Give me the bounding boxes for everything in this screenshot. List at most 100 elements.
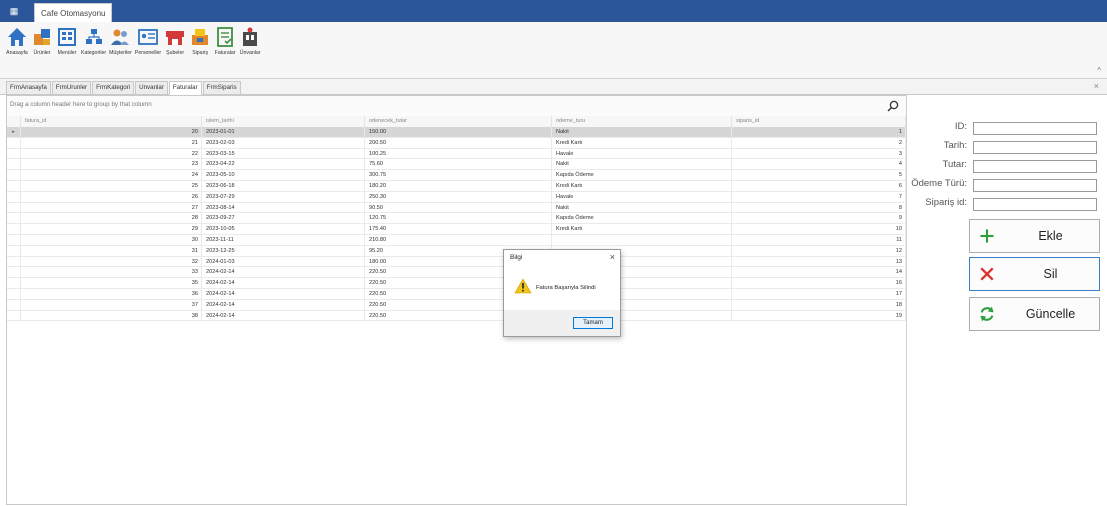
cell-odeme_turu[interactable]: Nakit — [552, 127, 732, 138]
cell-fatura_id[interactable]: 27 — [21, 202, 202, 214]
table-row[interactable]: 31 2023-12-25 95.20 12 — [7, 245, 906, 257]
cell-odenecek_tutar[interactable]: 175.40 — [365, 224, 552, 235]
cell-islem_tarihi[interactable]: 2023-12-25 — [202, 245, 365, 257]
cell-islem_tarihi[interactable]: 2023-09-27 — [202, 213, 365, 225]
cell-fatura_id[interactable]: 21 — [21, 137, 202, 149]
cell-islem_tarihi[interactable]: 2023-07-29 — [202, 191, 365, 203]
ribbon-item-title[interactable]: Ünvanlar — [239, 26, 261, 56]
table-row[interactable]: 21 2023-02-03 200.50 Kredi Kartı 2 — [7, 137, 906, 149]
cell-odeme_turu[interactable]: Kredi Kartı — [552, 137, 732, 149]
cell-fatura_id[interactable]: 28 — [21, 213, 202, 225]
cell-fatura_id[interactable]: 35 — [21, 278, 202, 289]
table-row[interactable]: 35 2024-02-14 220.50 16 — [7, 278, 906, 289]
table-row[interactable]: 37 2024-02-14 220.50 18 — [7, 299, 906, 311]
cell-odenecek_tutar[interactable]: 100.25 — [365, 148, 552, 160]
ekle-button[interactable]: Ekle — [969, 219, 1100, 253]
column-header-islem_tarihi[interactable]: islem_tarihi — [202, 116, 365, 127]
cell-islem_tarihi[interactable]: 2024-02-14 — [202, 267, 365, 279]
cell-islem_tarihi[interactable]: 2024-02-14 — [202, 289, 365, 300]
field-input-4[interactable] — [973, 198, 1097, 211]
cell-siparis_id[interactable]: 16 — [732, 278, 906, 289]
cell-odeme_turu[interactable]: Kredi Kartı — [552, 181, 732, 192]
table-row[interactable]: 22 2023-03-15 100.25 Havale 3 — [7, 148, 906, 160]
search-icon[interactable] — [886, 99, 900, 113]
cell-siparis_id[interactable]: 3 — [732, 148, 906, 160]
cell-islem_tarihi[interactable]: 2024-02-14 — [202, 299, 365, 311]
cell-siparis_id[interactable]: 6 — [732, 181, 906, 192]
ribbon-tab-cafe[interactable]: Cafe Otomasyonu — [34, 3, 113, 23]
table-row[interactable]: 24 2023-05-10 300.75 Kapıda Ödeme 5 — [7, 170, 906, 181]
table-row[interactable]: 23 2023-04-22 75.60 Nakit 4 — [7, 159, 906, 171]
cell-odeme_turu[interactable]: Nakit — [552, 202, 732, 214]
cell-islem_tarihi[interactable]: 2023-06-18 — [202, 181, 365, 192]
cell-islem_tarihi[interactable]: 2023-10-05 — [202, 224, 365, 235]
cell-odenecek_tutar[interactable]: 90.50 — [365, 202, 552, 214]
cell-odenecek_tutar[interactable]: 120.75 — [365, 213, 552, 225]
cell-islem_tarihi[interactable]: 2023-04-22 — [202, 159, 365, 171]
table-row[interactable]: 25 2023-06-18 180.20 Kredi Kartı 6 — [7, 181, 906, 192]
table-row[interactable]: 36 2024-02-14 220.50 17 — [7, 289, 906, 300]
ribbon-item-invoice[interactable]: Faturalar — [214, 26, 236, 56]
cell-odenecek_tutar[interactable]: 200.50 — [365, 137, 552, 149]
cell-fatura_id[interactable]: 22 — [21, 148, 202, 160]
doc-tab-faturalar[interactable]: Faturalar — [168, 81, 202, 95]
cell-siparis_id[interactable]: 5 — [732, 170, 906, 181]
cell-islem_tarihi[interactable]: 2024-01-03 — [202, 256, 365, 268]
ribbon-item-home[interactable]: Anasayfa — [6, 26, 28, 56]
cell-fatura_id[interactable]: 33 — [21, 267, 202, 279]
ribbon-item-customers[interactable]: Müşteriler — [109, 26, 132, 56]
guncelle-button[interactable]: Güncelle — [969, 297, 1100, 331]
cell-fatura_id[interactable]: 26 — [21, 191, 202, 203]
field-input-2[interactable] — [973, 160, 1097, 173]
cell-fatura_id[interactable]: 25 — [21, 181, 202, 192]
cell-siparis_id[interactable]: 8 — [732, 202, 906, 214]
cell-fatura_id[interactable]: 29 — [21, 224, 202, 235]
cell-islem_tarihi[interactable]: 2023-05-10 — [202, 170, 365, 181]
cell-fatura_id[interactable]: 38 — [21, 310, 202, 322]
cell-islem_tarihi[interactable]: 2023-03-15 — [202, 148, 365, 160]
doc-tab-frmanasayfa[interactable]: FrmAnasayfa — [6, 81, 51, 95]
cell-odeme_turu[interactable]: Kapıda Ödeme — [552, 213, 732, 225]
doc-tab-frmsiparis[interactable]: FrmSiparis — [202, 81, 241, 95]
cell-siparis_id[interactable]: 9 — [732, 213, 906, 225]
cell-siparis_id[interactable]: 1 — [732, 127, 906, 138]
cell-odenecek_tutar[interactable]: 150.00 — [365, 127, 552, 138]
cell-odenecek_tutar[interactable]: 180.20 — [365, 181, 552, 192]
cell-islem_tarihi[interactable]: 2023-11-11 — [202, 235, 365, 246]
cell-siparis_id[interactable]: 10 — [732, 224, 906, 235]
cell-odeme_turu[interactable]: Kapıda Ödeme — [552, 170, 732, 181]
table-row[interactable]: 33 2024-02-14 220.50 14 — [7, 267, 906, 279]
cell-odeme_turu[interactable] — [552, 235, 732, 246]
close-document-icon[interactable]: × — [1094, 81, 1099, 91]
cell-siparis_id[interactable]: 11 — [732, 235, 906, 246]
cell-siparis_id[interactable]: 18 — [732, 299, 906, 311]
cell-islem_tarihi[interactable]: 2023-01-01 — [202, 127, 365, 138]
table-row[interactable]: 28 2023-09-27 120.75 Kapıda Ödeme 9 — [7, 213, 906, 225]
column-header-siparis_id[interactable]: siparis_id — [732, 116, 906, 127]
ribbon-item-branch[interactable]: Şubeler — [164, 26, 186, 56]
cell-odenecek_tutar[interactable]: 75.60 — [365, 159, 552, 171]
cell-siparis_id[interactable]: 17 — [732, 289, 906, 300]
field-input-1[interactable] — [973, 141, 1097, 154]
ribbon-item-order[interactable]: Sipariş — [189, 26, 211, 56]
cell-siparis_id[interactable]: 13 — [732, 256, 906, 268]
cell-odenecek_tutar[interactable]: 250.30 — [365, 191, 552, 203]
cell-siparis_id[interactable]: 12 — [732, 245, 906, 257]
cell-islem_tarihi[interactable]: 2024-02-14 — [202, 310, 365, 322]
cell-siparis_id[interactable]: 14 — [732, 267, 906, 279]
cell-odeme_turu[interactable]: Nakit — [552, 159, 732, 171]
cell-odeme_turu[interactable]: Havale — [552, 191, 732, 203]
cell-odeme_turu[interactable]: Kredi Kartı — [552, 224, 732, 235]
sil-button[interactable]: Sil — [969, 257, 1100, 291]
table-row[interactable]: 29 2023-10-05 175.40 Kredi Kartı 10 — [7, 224, 906, 235]
cell-fatura_id[interactable]: 30 — [21, 235, 202, 246]
cell-fatura_id[interactable]: 31 — [21, 245, 202, 257]
column-header-odeme_turu[interactable]: odeme_turu — [552, 116, 732, 127]
column-header-odenecek_tutar[interactable]: odenecek_tutar — [365, 116, 552, 127]
table-row[interactable]: 26 2023-07-29 250.30 Havale 7 — [7, 191, 906, 203]
table-row[interactable]: 32 2024-01-03 180.00 13 — [7, 256, 906, 268]
ribbon-item-staff[interactable]: Personeller — [135, 26, 161, 56]
cell-fatura_id[interactable]: 23 — [21, 159, 202, 171]
doc-tab-frmkategori[interactable]: FrmKategori — [92, 81, 135, 95]
field-input-0[interactable] — [973, 122, 1097, 135]
